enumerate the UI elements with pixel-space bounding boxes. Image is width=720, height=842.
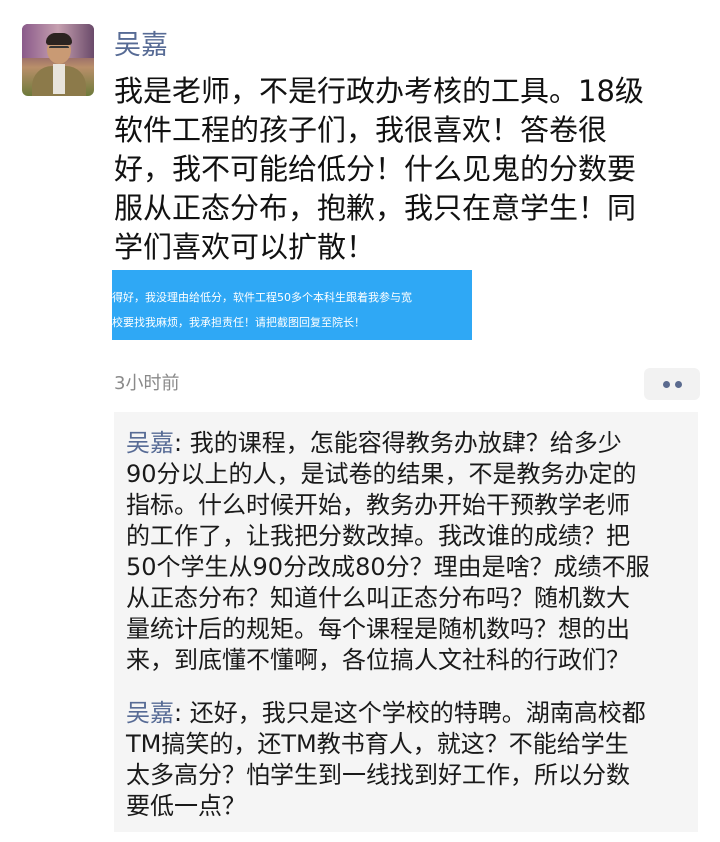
avatar-hair <box>46 33 72 45</box>
comment-separator: : <box>174 429 190 457</box>
image-text-line-1: 得好，我没理由给低分，软件工程50多个本科生跟着我参与宽 <box>112 291 412 304</box>
post-image-thumbnail[interactable]: 得好，我没理由给低分，软件工程50多个本科生跟着我参与宽 校要找我麻烦，我承担责… <box>112 270 472 340</box>
avatar-glasses <box>49 46 69 53</box>
avatar-shirt <box>53 64 65 94</box>
comment-text: 还好，我只是这个学校的特聘。湖南高校都 TM搞笑的，还TM教书育人，就这？不能给… <box>126 699 646 820</box>
comment-author[interactable]: 吴嘉 <box>126 429 174 457</box>
author-avatar[interactable] <box>22 24 94 96</box>
more-dots-icon <box>675 381 682 388</box>
comment-text: 我的课程，怎能容得教务办放肆？给多少 90分以上的人，是试卷的结果，不是教务办定… <box>126 429 650 674</box>
post-text: 我是老师，不是行政办考核的工具。18级 软件工程的孩子们，我很喜欢！答卷很 好，… <box>114 74 644 264</box>
image-text-line-2: 校要找我麻烦，我承担责任！请把截图回复至院长！ <box>112 316 365 329</box>
comment-item: 吴嘉: 我的课程，怎能容得教务办放肆？给多少 90分以上的人，是试卷的结果，不是… <box>126 428 692 676</box>
post-timestamp: 3小时前 <box>114 373 180 394</box>
more-dots-icon <box>663 381 670 388</box>
post-author-name[interactable]: 吴嘉 <box>114 28 168 64</box>
comment-author[interactable]: 吴嘉 <box>126 699 174 727</box>
comment-separator: : <box>174 699 190 727</box>
more-actions-button[interactable] <box>644 368 700 400</box>
comments-section: 吴嘉: 我的课程，怎能容得教务办放肆？给多少 90分以上的人，是试卷的结果，不是… <box>114 412 698 832</box>
comment-item: 吴嘉: 还好，我只是这个学校的特聘。湖南高校都 TM搞笑的，还TM教书育人，就这… <box>126 698 692 822</box>
